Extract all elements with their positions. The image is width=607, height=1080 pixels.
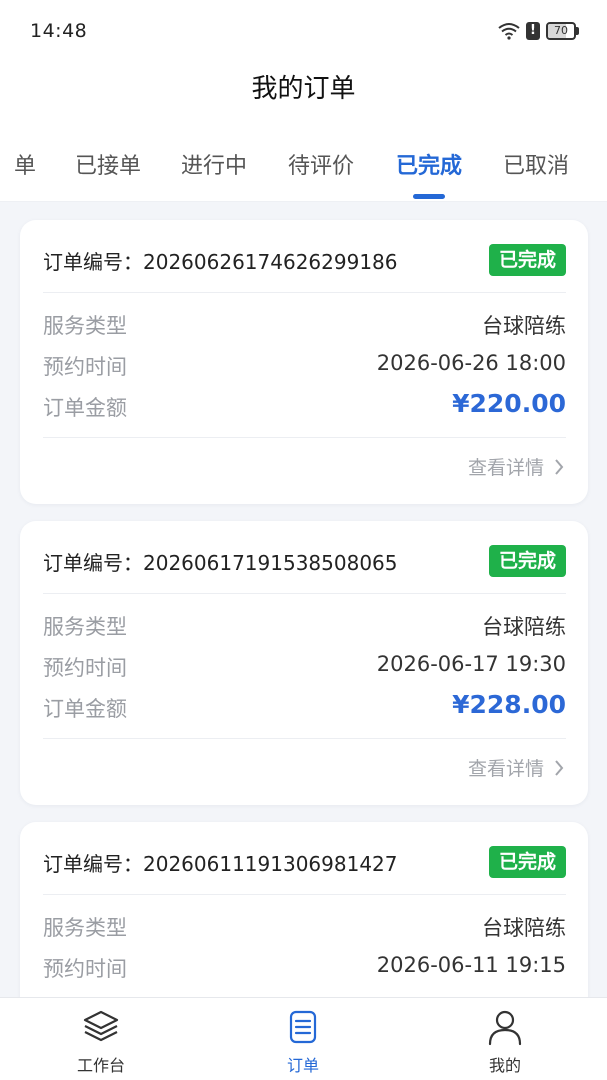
battery-level: 70	[554, 24, 568, 37]
service-type-row: 服务类型 台球陪练	[43, 912, 566, 942]
appointment-time-value: 2026-06-17 19:30	[376, 652, 566, 676]
view-details-label: 查看详情	[467, 758, 544, 780]
layers-icon	[83, 1010, 119, 1042]
nav-item-orders[interactable]: 订单	[228, 998, 378, 1080]
order-amount-value: ¥220.00	[452, 389, 566, 418]
tab-in-progress[interactable]: 进行中	[181, 148, 247, 180]
order-number: 订单编号：20260611191306981427	[43, 852, 398, 876]
service-type-label: 服务类型	[43, 916, 127, 940]
appointment-time-row: 预约时间 2026-06-26 18:00	[43, 351, 566, 381]
divider	[43, 738, 566, 739]
order-number: 订单编号：20260617191538508065	[43, 551, 398, 575]
status-badge: 已完成	[488, 244, 566, 276]
tab-accepted[interactable]: 已接单	[75, 148, 141, 180]
tab-completed[interactable]: 已完成	[396, 148, 462, 180]
alert-icon: !	[526, 22, 540, 40]
order-card-header: 订单编号：20260626174626299186 已完成	[43, 244, 566, 284]
divider	[43, 292, 566, 293]
order-card[interactable]: 订单编号：20260626174626299186 已完成 服务类型 台球陪练 …	[20, 220, 588, 504]
status-badge: 已完成	[488, 846, 566, 878]
app-header: 我的订单	[0, 62, 607, 120]
appointment-time-row: 预约时间 2026-06-17 19:30	[43, 652, 566, 682]
chevron-right-icon	[555, 458, 564, 475]
order-card-header: 订单编号：20260617191538508065 已完成	[43, 545, 566, 585]
appointment-time-label: 预约时间	[43, 656, 127, 680]
status-icons: ! 70	[498, 22, 579, 40]
service-type-label: 服务类型	[43, 615, 127, 639]
tab-cancelled[interactable]: 已取消	[503, 148, 569, 180]
order-list: 订单编号：20260626174626299186 已完成 服务类型 台球陪练 …	[0, 202, 607, 997]
order-amount-row: 订单金额 ¥228.00	[43, 690, 566, 723]
service-type-value: 台球陪练	[482, 615, 566, 639]
bottom-navigation: 工作台 订单 我的	[0, 997, 607, 1080]
order-number: 订单编号：20260626174626299186	[43, 250, 398, 274]
appointment-time-value: 2026-06-26 18:00	[376, 351, 566, 375]
view-details-link[interactable]: 查看详情	[468, 754, 564, 781]
service-type-row: 服务类型 台球陪练	[43, 611, 566, 641]
document-list-icon	[289, 1010, 317, 1044]
divider	[43, 894, 566, 895]
service-type-value: 台球陪练	[482, 916, 566, 940]
nav-label-workbench: 工作台	[76, 1056, 125, 1075]
view-details-link[interactable]: 查看详情	[468, 453, 564, 480]
appointment-time-value: 2026-06-11 19:15	[376, 953, 566, 977]
tab-pending-review[interactable]: 待评价	[288, 148, 354, 180]
divider	[43, 593, 566, 594]
nav-label-mine: 我的	[488, 1056, 521, 1075]
service-type-row: 服务类型 台球陪练	[43, 310, 566, 340]
user-icon	[488, 1010, 522, 1046]
status-time: 14:48	[30, 20, 88, 42]
order-amount-value: ¥228.00	[452, 690, 566, 719]
order-status-tabs: 单 已接单 进行中 待评价 已完成 已取消	[0, 120, 607, 202]
active-tab-indicator	[413, 194, 445, 199]
battery-icon: 70	[546, 22, 579, 40]
order-card[interactable]: 订单编号：20260617191538508065 已完成 服务类型 台球陪练 …	[20, 521, 588, 805]
nav-item-mine[interactable]: 我的	[430, 998, 580, 1080]
nav-label-orders: 订单	[286, 1056, 319, 1075]
order-amount-label: 订单金额	[43, 396, 127, 420]
screen: 14:48 ! 70 我的订单 单 已接单 进行中 待评价 已完成 已取消 订单…	[0, 0, 607, 1080]
status-badge: 已完成	[488, 545, 566, 577]
service-type-value: 台球陪练	[482, 314, 566, 338]
appointment-time-row: 预约时间 2026-06-11 19:15	[43, 953, 566, 983]
nav-item-workbench[interactable]: 工作台	[26, 998, 176, 1080]
appointment-time-label: 预约时间	[43, 957, 127, 981]
page-title: 我的订单	[251, 74, 356, 104]
order-amount-label: 订单金额	[43, 697, 127, 721]
appointment-time-label: 预约时间	[43, 355, 127, 379]
chevron-right-icon	[555, 759, 564, 776]
status-bar: 14:48 ! 70	[0, 0, 607, 62]
tab-partial[interactable]: 单	[14, 148, 36, 180]
order-amount-row: 订单金额 ¥220.00	[43, 389, 566, 422]
service-type-label: 服务类型	[43, 314, 127, 338]
wifi-icon	[498, 23, 520, 40]
order-card[interactable]: 订单编号：20260611191306981427 已完成 服务类型 台球陪练 …	[20, 822, 588, 997]
view-details-label: 查看详情	[467, 457, 544, 479]
divider	[43, 437, 566, 438]
order-card-header: 订单编号：20260611191306981427 已完成	[43, 846, 566, 886]
